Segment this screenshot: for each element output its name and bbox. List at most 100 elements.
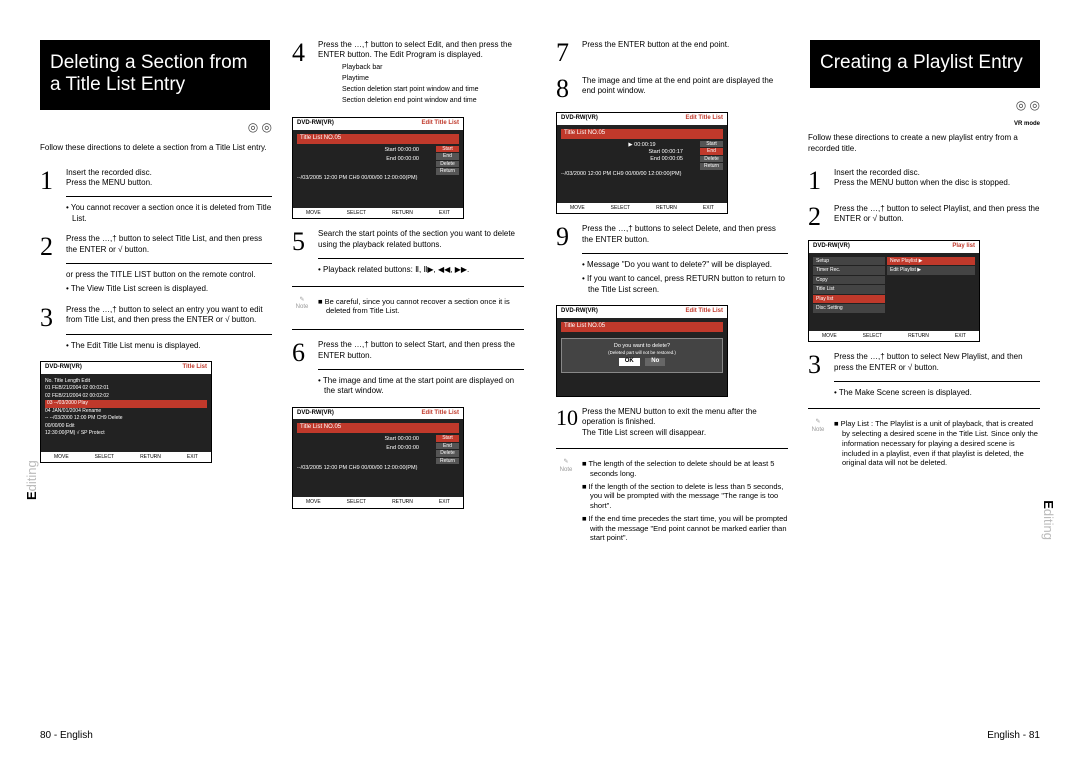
ss-top-right: Edit Title List (421, 410, 459, 418)
disc-icons: ◎ ◎ (808, 98, 1040, 114)
step-text: Press the MENU button. (66, 178, 272, 188)
step-3: 3 Press the …,† button to select an entr… (40, 305, 272, 351)
step-note: • The Make Scene screen is displayed. (834, 388, 1040, 398)
ss-footer-item: MOVE (54, 454, 69, 461)
note-text: ■ The length of the selection to delete … (582, 459, 788, 479)
legend: Section deletion start point window and … (318, 85, 524, 94)
step-num: 7 (556, 40, 574, 66)
step-1: 1 Insert the recorded disc. Press the ME… (40, 168, 272, 225)
ss-footer-item: MOVE (306, 499, 321, 506)
ss-footer-item: SELECT (347, 210, 366, 217)
ss-top-left: DVD-RW(VR) (297, 120, 334, 128)
legend: Playtime (318, 74, 524, 83)
note-text: ■ Play List : The Playlist is a unit of … (834, 419, 1040, 468)
step-6: 6 Press the …,† button to select Start, … (292, 340, 524, 397)
col-2: 4 Press the …,† button to select Edit, a… (292, 40, 524, 519)
ss-top-right: Edit Title List (685, 308, 723, 316)
col-1: Deleting a Section from a Title List Ent… (40, 40, 272, 519)
step-5: 5 Search the start points of the section… (292, 229, 524, 275)
col-3: 7 Press the ENTER button at the end poin… (556, 40, 788, 546)
step-note: • The View Title List screen is displaye… (66, 284, 272, 294)
ss-footer-item: SELECT (347, 499, 366, 506)
step-10: 10 Press the MENU button to exit the men… (556, 407, 788, 438)
screenshot-edit-8: DVD-RW(VR)Edit Title List Title List NO.… (556, 112, 728, 214)
ss-footer-item: MOVE (822, 333, 837, 340)
step-num: 3 (40, 305, 58, 351)
ss-menu-item: Disc Setting (813, 304, 885, 313)
step-text: The image and time at the end point are … (582, 76, 788, 97)
page-number-81: English - 81 (987, 729, 1040, 742)
ss-play: ▶ 00:00:19 (561, 142, 723, 149)
page-81: Editing 7 Press the ENTER button at the … (540, 0, 1080, 762)
ss-titlebar: Title List NO.05 (297, 423, 459, 433)
ss-footer-item: SELECT (611, 205, 630, 212)
step-8: 8 The image and time at the end point ar… (556, 76, 788, 102)
ss-btn-end: End (436, 443, 459, 450)
step-9: 9 Press the …,† buttons to select Delete… (556, 224, 788, 295)
screenshot-edit-2: DVD-RW(VR)Edit Title List Title List NO.… (292, 407, 464, 509)
ss-submenu-item: Edit Playlist ▶ (887, 266, 975, 275)
step-num: 3 (808, 352, 826, 398)
r-note: ✎Note ■ Play List : The Playlist is a un… (808, 419, 1040, 471)
ss-btn-delete: Delete (436, 161, 459, 168)
ss-menu-item: Timer Rec. (813, 266, 885, 275)
ss-titlebar: Title List NO.05 (561, 129, 723, 139)
step-text: Search the start points of the section y… (318, 229, 524, 250)
step-text: Press the …,† button to select Edit, and… (318, 40, 524, 61)
step-text: or press the TITLE LIST button on the re… (66, 270, 272, 280)
ss-btn-start: Start (436, 435, 459, 442)
ss-no: No (645, 358, 665, 366)
ss-footer-item: EXIT (439, 499, 450, 506)
ss-footer-item: RETURN (908, 333, 929, 340)
ss-row: 04 JAN/01/2004 Rename (45, 408, 207, 416)
ss-btn-start: Start (700, 141, 723, 148)
step-num: 2 (808, 204, 826, 230)
ss-top-right: Edit Title List (421, 120, 459, 128)
step-text: Press the MENU button to exit the menu a… (582, 407, 788, 428)
ss-info: --/03/2005 12:00 PM CH9 00/00/00 12:00:0… (297, 175, 459, 182)
step-text: Press the …,† button to select New Playl… (834, 352, 1040, 373)
step-text: Press the MENU button when the disc is s… (834, 178, 1040, 188)
ss-top-right: Title List (182, 364, 207, 372)
note-icon: ✎Note (556, 459, 576, 546)
note-icon: ✎Note (808, 419, 828, 471)
side-label-editing-right: Editing (1039, 500, 1056, 540)
step-num: 4 (292, 40, 310, 107)
step-note: • The Edit Title List menu is displayed. (66, 341, 272, 351)
ss-footer-item: EXIT (187, 454, 198, 461)
heading-delete-section: Deleting a Section from a Title List Ent… (40, 40, 270, 110)
ss-titlebar: Title List NO.05 (297, 134, 459, 144)
ss-row: 02 FEB/21/2004 02 00:02:02 (45, 393, 207, 401)
step-note: • Playback related buttons: Ⅱ, Ⅱ▶, ◀◀, ▶… (318, 265, 524, 275)
ss-start: Start 00:00:17 (561, 149, 683, 156)
step-7: 7 Press the ENTER button at the end poin… (556, 40, 788, 66)
ss-footer-item: EXIT (955, 333, 966, 340)
step-text: Press the …,† button to select Playlist,… (834, 204, 1040, 225)
step-text: Press the …,† button to select an entry … (66, 305, 272, 326)
step-num: 5 (292, 229, 310, 275)
screenshot-confirm: DVD-RW(VR)Edit Title List Title List NO.… (556, 305, 728, 397)
step-note: • You cannot recover a section once it i… (66, 203, 272, 224)
step-num: 2 (40, 234, 58, 295)
note-text: ■ If the length of the section to delete… (582, 482, 788, 511)
note-text: ■ If the end time precedes the start tim… (582, 514, 788, 543)
ss-btn-delete: Delete (436, 450, 459, 457)
ss-footer-item: MOVE (306, 210, 321, 217)
ss-btn-start: Start (436, 146, 459, 153)
ss-row: 12:30:00(PM) √ SP Protect (45, 430, 207, 438)
ss-footer-item: MOVE (570, 205, 585, 212)
note-10: ✎Note ■ The length of the selection to d… (556, 459, 788, 546)
ss-footer-item: RETURN (656, 205, 677, 212)
step-num: 1 (40, 168, 58, 225)
step-4: 4 Press the …,† button to select Edit, a… (292, 40, 524, 107)
legend: Section deletion end point window and ti… (318, 96, 524, 105)
legend: Playback bar (318, 63, 524, 72)
ss-row-sel: 03 --/03/2000 Play (45, 400, 207, 408)
ss-end: End 00:00:05 (561, 156, 683, 163)
ss-row: 01 FEB/21/2004 02 00:02:01 (45, 385, 207, 393)
ss-start: Start 00:00:00 (297, 436, 419, 443)
col-4: Creating a Playlist Entry ◎ ◎ VR mode Fo… (808, 40, 1040, 546)
screenshot-playlist: DVD-RW(VR)Play list Setup Timer Rec. Cop… (808, 240, 980, 342)
ss-dialog: Do you want to delete? (Deleted part wil… (561, 338, 723, 373)
ss-titlebar: Title List NO.05 (561, 322, 723, 332)
